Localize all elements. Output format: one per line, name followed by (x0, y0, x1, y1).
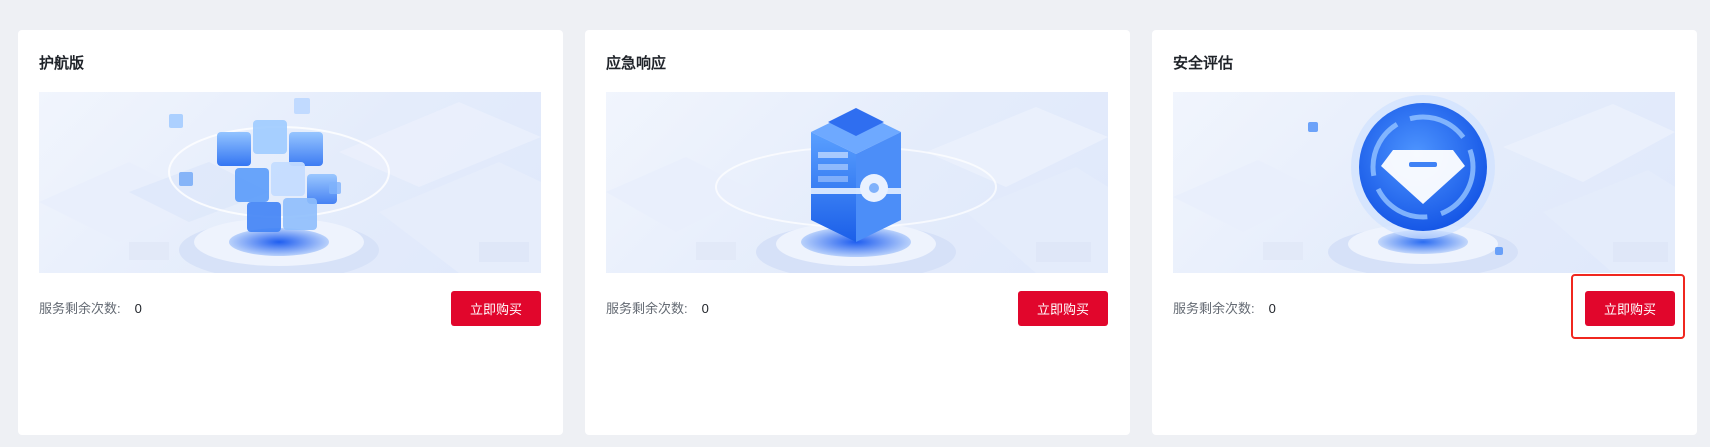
remaining-count-row: 服务剩余次数: 0 (606, 298, 709, 317)
card-title: 安全评估 (1173, 55, 1234, 72)
highlight-box (1571, 274, 1685, 339)
diamond-badge-illustration (1173, 92, 1675, 273)
server-box-illustration (606, 92, 1108, 273)
card-title: 护航版 (39, 55, 85, 72)
cube-cluster-illustration (39, 92, 541, 273)
remaining-label: 服务剩余次数: (39, 301, 121, 316)
buy-now-button[interactable]: 立即购买 (1018, 291, 1108, 326)
remaining-label: 服务剩余次数: (1173, 301, 1255, 316)
remaining-count: 0 (701, 301, 709, 316)
remaining-count: 0 (134, 301, 142, 316)
service-card-escort: 护航版 服务剩余次数: 0 立即购买 (18, 30, 563, 435)
card-title: 应急响应 (606, 55, 667, 72)
service-card-security-assessment: 安全评估 服务剩余次数: 0 立即购买 (1152, 30, 1697, 435)
remaining-count: 0 (1268, 301, 1276, 316)
buy-now-button[interactable]: 立即购买 (451, 291, 541, 326)
service-cards: 护航版 服务剩余次数: 0 立即购买 应急响应 服务剩余次数: 0 立即购买 安… (18, 30, 1697, 435)
service-card-emergency-response: 应急响应 服务剩余次数: 0 立即购买 (585, 30, 1130, 435)
remaining-label: 服务剩余次数: (606, 301, 688, 316)
remaining-count-row: 服务剩余次数: 0 (1173, 298, 1276, 317)
remaining-count-row: 服务剩余次数: 0 (39, 298, 142, 317)
